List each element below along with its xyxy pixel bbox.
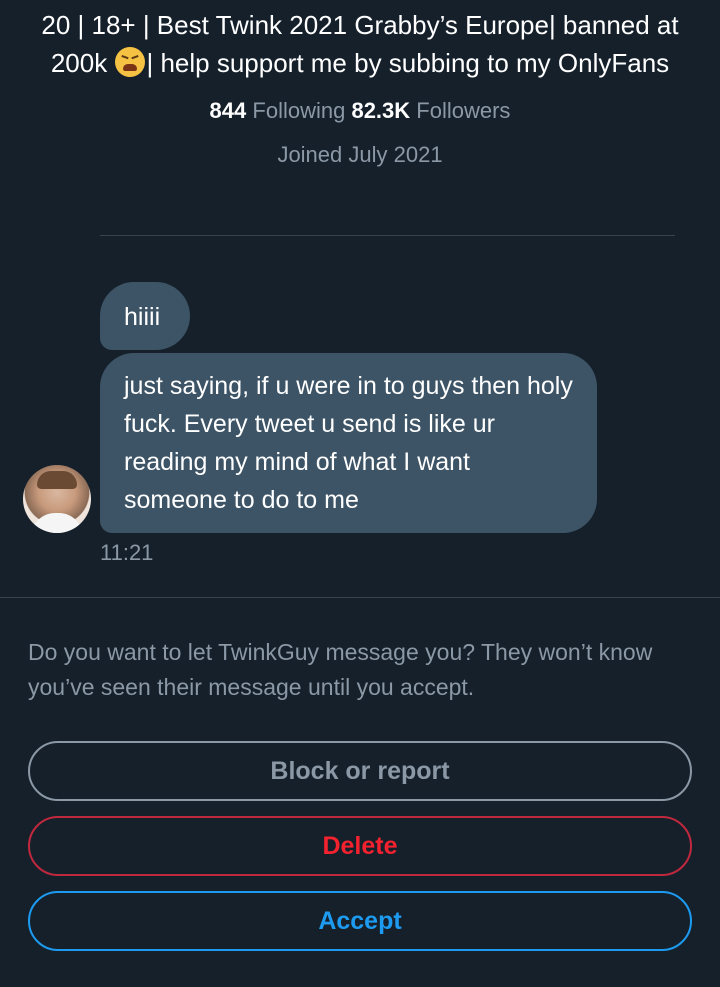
message-timestamp: 11:21 [100, 540, 154, 565]
message-bubble[interactable]: hiiii [100, 282, 190, 350]
divider [100, 235, 675, 236]
tired-face-emoji-icon [115, 47, 146, 77]
profile-stats: 844 Following 82.3K Followers [0, 96, 720, 126]
block-or-report-button[interactable]: Block or report [28, 741, 692, 801]
profile-header: 20 | 18+ | Best Twink 2021 Grabby’s Euro… [0, 0, 720, 170]
delete-button[interactable]: Delete [28, 816, 692, 876]
profile-bio: 20 | 18+ | Best Twink 2021 Grabby’s Euro… [28, 6, 692, 82]
following-label: Following [252, 98, 346, 123]
bio-text-end: | help support me by subbing to my OnlyF… [146, 48, 670, 78]
followers-label: Followers [416, 98, 511, 123]
following-link[interactable]: 844 Following [210, 98, 346, 123]
followers-link[interactable]: 82.3K Followers [351, 98, 510, 123]
delete-label: Delete [322, 831, 398, 860]
accept-label: Accept [318, 906, 402, 935]
block-or-report-label: Block or report [270, 756, 450, 785]
followers-count: 82.3K [351, 98, 411, 123]
message-bubble[interactable]: just saying, if u were in to guys then h… [100, 353, 597, 533]
sender-avatar[interactable] [23, 465, 91, 533]
joined-date: Joined July 2021 [277, 142, 443, 167]
message-request-prompt: Do you want to let TwinkGuy message you?… [28, 639, 653, 700]
accept-button[interactable]: Accept [28, 891, 692, 951]
following-count: 844 [209, 98, 247, 123]
divider [0, 597, 720, 598]
